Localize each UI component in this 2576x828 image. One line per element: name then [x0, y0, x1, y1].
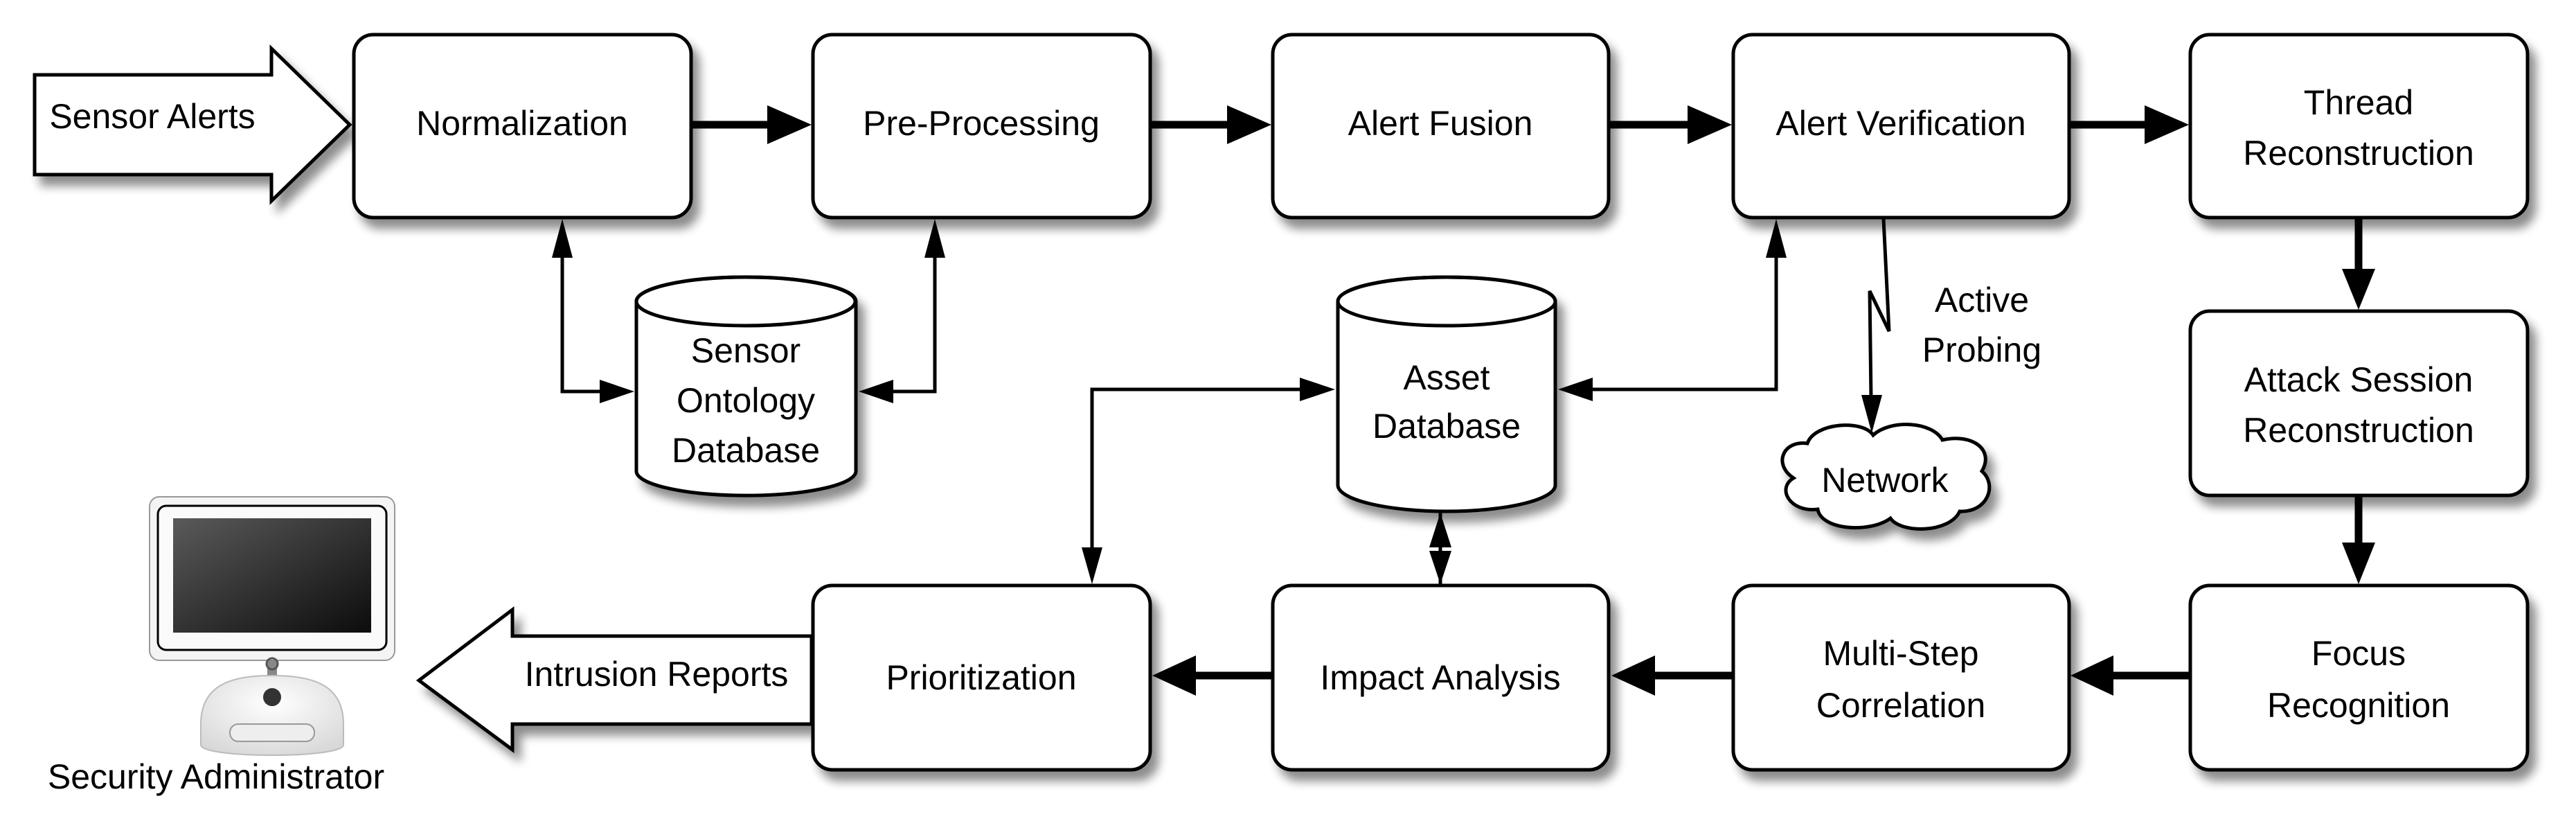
- database-sensor-ontology[interactable]: Sensor Ontology Database: [634, 275, 858, 497]
- svg-text:Network: Network: [1821, 461, 1949, 500]
- process-box-multi-step-correlation[interactable]: Multi-Step Correlation: [1731, 583, 2071, 772]
- security-administrator-label: Security Administrator: [48, 757, 384, 796]
- svg-text:Pre-Processing: Pre-Processing: [863, 104, 1100, 143]
- process-box-normalization[interactable]: Normalization: [352, 33, 693, 220]
- active-probing-label-line1: Active: [1935, 281, 2029, 319]
- intrusion-reports-label: Intrusion Reports: [525, 655, 789, 694]
- svg-text:Ontology: Ontology: [677, 381, 815, 420]
- ids-pipeline-diagram: Sensor Alerts Intrusion Reports Normaliz…: [33, 33, 2530, 796]
- desktop-computer-icon[interactable]: ●: [149, 496, 395, 756]
- process-box-alert-verification[interactable]: Alert Verification: [1731, 33, 2071, 220]
- svg-text:Database: Database: [1372, 407, 1521, 446]
- svg-text:Prioritization: Prioritization: [886, 658, 1076, 697]
- process-box-impact-analysis[interactable]: Impact Analysis: [1271, 583, 1611, 772]
- svg-text:Alert Fusion: Alert Fusion: [1348, 104, 1533, 143]
- edge-normalization-to-preprocessing: [692, 105, 812, 144]
- edge-preprocessing-sensordb: [859, 219, 945, 403]
- svg-text:Reconstruction: Reconstruction: [2243, 134, 2474, 173]
- svg-text:Normalization: Normalization: [416, 104, 628, 143]
- process-box-thread-reconstruction[interactable]: Thread Reconstruction: [2188, 33, 2530, 220]
- sensor-alerts-label: Sensor Alerts: [49, 97, 255, 136]
- process-box-attack-session-reconstruction[interactable]: Attack Session Reconstruction: [2188, 309, 2530, 497]
- process-box-pre-processing[interactable]: Pre-Processing: [811, 33, 1152, 220]
- edge-impact-to-prioritization: [1152, 655, 1271, 696]
- svg-text:Alert Verification: Alert Verification: [1776, 104, 2025, 143]
- edge-alertverification-to-threadreconstruction: [2070, 105, 2189, 144]
- edge-thread-to-attacksession: [2342, 218, 2375, 310]
- active-probing-label-line2: Probing: [1922, 331, 2041, 369]
- network-cloud[interactable]: Network: [1780, 423, 1992, 531]
- edge-normalization-sensordb: [552, 219, 634, 403]
- svg-text:Database: Database: [672, 431, 820, 470]
- edge-alertfusion-to-alertverification: [1610, 105, 1732, 144]
- svg-text:Sensor: Sensor: [691, 331, 800, 370]
- svg-text:Focus: Focus: [2311, 634, 2406, 673]
- edge-multistep-to-impact: [1611, 655, 1732, 696]
- edge-preprocessing-to-alertfusion: [1152, 105, 1271, 144]
- process-box-alert-fusion[interactable]: Alert Fusion: [1271, 33, 1611, 220]
- svg-text:Recognition: Recognition: [2267, 686, 2450, 725]
- edge-focus-to-multistep: [2070, 655, 2189, 696]
- edge-attacksession-to-focus: [2342, 497, 2375, 584]
- svg-text:Attack Session: Attack Session: [2244, 360, 2474, 399]
- svg-text:Thread: Thread: [2304, 83, 2413, 122]
- apple-logo-icon: ●: [262, 682, 283, 710]
- svg-text:Impact Analysis: Impact Analysis: [1320, 658, 1560, 697]
- svg-text:Multi-Step: Multi-Step: [1823, 634, 1978, 673]
- process-box-prioritization[interactable]: Prioritization: [811, 583, 1152, 772]
- edge-alertverification-network: [1861, 218, 1891, 433]
- database-asset[interactable]: Asset Database: [1336, 275, 1557, 513]
- svg-text:Asset: Asset: [1403, 358, 1490, 397]
- edge-alertverification-assetdb: [1558, 219, 1787, 401]
- edge-impact-assetdb: [1429, 513, 1451, 584]
- process-box-focus-recognition[interactable]: Focus Recognition: [2188, 583, 2530, 772]
- svg-text:Correlation: Correlation: [1816, 686, 1986, 725]
- svg-text:Reconstruction: Reconstruction: [2243, 411, 2474, 450]
- edge-prioritization-assetdb: [1082, 378, 1335, 584]
